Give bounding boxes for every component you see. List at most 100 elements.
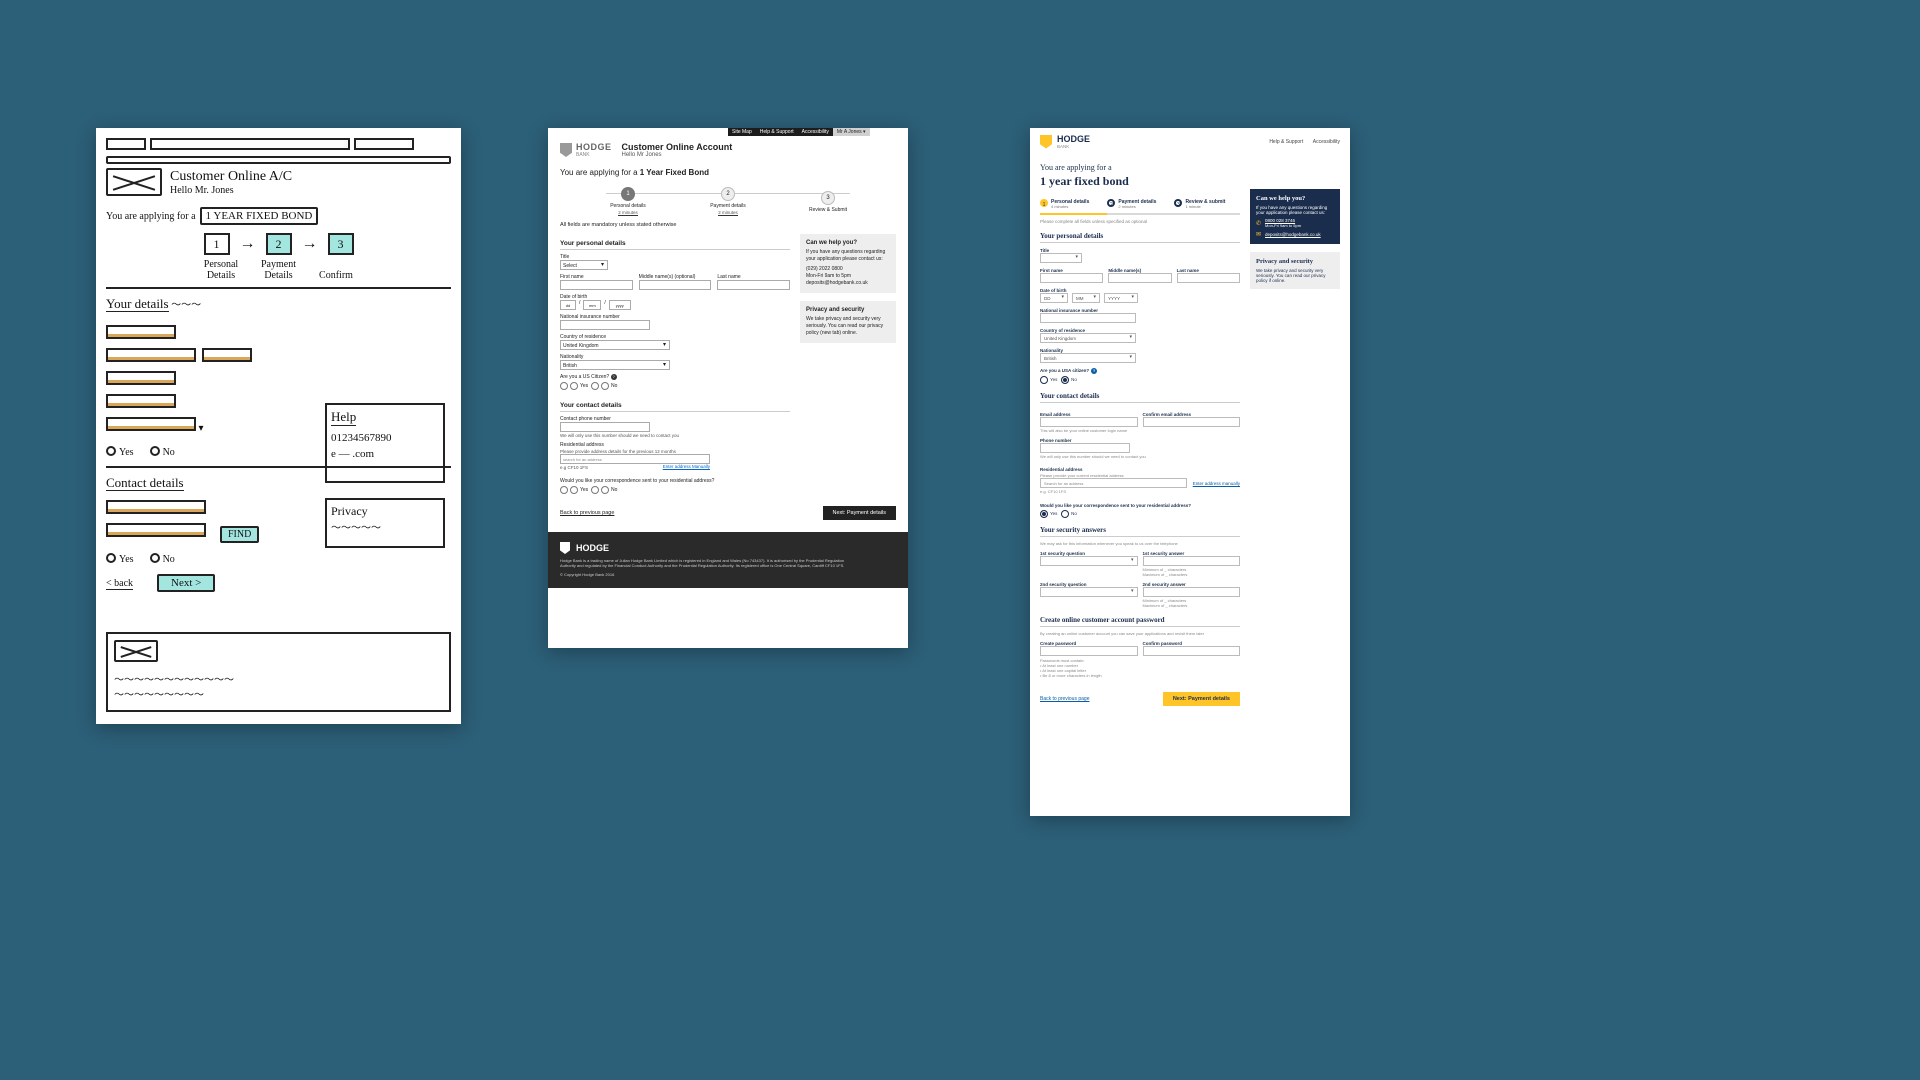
label-ni: National insurance number	[560, 314, 790, 320]
sketch-divider	[106, 156, 451, 164]
nationality-select[interactable]: British	[560, 360, 670, 370]
greeting: Hello Mr Jones	[622, 152, 733, 158]
address-input[interactable]	[106, 523, 206, 537]
confirm-email-input[interactable]	[1143, 417, 1241, 427]
q2-select[interactable]	[1040, 587, 1138, 597]
country-select[interactable]: United Kingdom	[1040, 333, 1136, 343]
section-contact-details: Contact details	[106, 475, 184, 491]
help-title: Help	[331, 409, 356, 426]
sketch-input[interactable]	[106, 325, 176, 339]
address-manual-link[interactable]: Enter address manually	[1193, 481, 1240, 486]
ni-input[interactable]	[560, 320, 650, 330]
radio-yes[interactable]	[106, 446, 116, 456]
first-name-input[interactable]	[560, 280, 633, 290]
sketch-input[interactable]	[106, 394, 176, 408]
brand-sub: BANK	[576, 152, 612, 158]
sketch-input[interactable]	[106, 371, 176, 385]
sketch-input[interactable]	[106, 500, 206, 514]
country-select[interactable]: United Kingdom	[560, 340, 670, 350]
sketch-select[interactable]	[106, 417, 196, 431]
middle-name-input[interactable]	[639, 280, 712, 290]
radio-yes[interactable]	[1040, 511, 1050, 516]
next-button[interactable]: Next: Payment details	[823, 506, 897, 520]
radio-yes[interactable]	[560, 383, 570, 389]
last-name-input[interactable]	[717, 280, 790, 290]
dob-day-select[interactable]: DD	[1040, 293, 1068, 303]
nav-user-menu[interactable]: Mr A Jones ▾	[833, 128, 870, 136]
arrow-icon: →	[240, 235, 256, 253]
radio-yes[interactable]	[560, 487, 570, 493]
nav-accessibility[interactable]: Accessibility	[798, 128, 833, 136]
section-security: Your security answers	[1040, 526, 1240, 537]
radio-no-label: No	[601, 383, 617, 389]
ni-input[interactable]	[1040, 313, 1136, 323]
password-input[interactable]	[1040, 646, 1138, 656]
dob-month-select[interactable]: MM	[1072, 293, 1100, 303]
shield-icon	[560, 143, 572, 157]
title-select[interactable]	[1040, 253, 1082, 263]
help-email: deposits@hodgebank.co.uk	[806, 280, 890, 287]
q1-select[interactable]	[1040, 556, 1138, 566]
radio-yes-label: Yes	[570, 487, 588, 493]
step-3-number: 3	[821, 191, 835, 205]
info-icon[interactable]: ?	[1091, 368, 1097, 374]
middle-name-input[interactable]	[1108, 273, 1171, 283]
last-name-input[interactable]	[1177, 273, 1240, 283]
v2-panel: HODGE BANK Help & Support Accessibility …	[1030, 128, 1350, 816]
phone-input[interactable]	[560, 422, 650, 432]
title-select[interactable]: Select	[560, 260, 608, 270]
privacy-box: Privacy and security We take privacy and…	[800, 301, 896, 343]
info-icon[interactable]: ?	[611, 374, 617, 380]
help-phone: 01234567890	[331, 432, 439, 444]
sketch-input[interactable]	[202, 348, 252, 362]
back-link[interactable]: Back to previous page	[560, 510, 614, 516]
radio-no[interactable]	[1061, 377, 1071, 382]
radio-yes[interactable]	[1040, 377, 1050, 382]
step-1-box: 1	[204, 233, 230, 255]
radio-yes[interactable]	[106, 553, 116, 563]
address-note: Please provide address details for the p…	[560, 449, 790, 454]
label-us-citizen: Are you a USA citizen??	[1040, 368, 1240, 374]
radio-no[interactable]	[150, 553, 160, 563]
email-input[interactable]	[1040, 417, 1138, 427]
dob-month-input[interactable]: mm	[583, 300, 601, 310]
v1-panel: Site Map Help & Support Accessibility Mr…	[548, 128, 908, 648]
back-link[interactable]: Back to previous page	[1040, 696, 1089, 702]
nav-sitemap[interactable]: Site Map	[728, 128, 756, 136]
footer-legal: Hodge Bank is a trading name of Julian H…	[560, 558, 850, 568]
next-button[interactable]: Next: Payment details	[1163, 692, 1240, 706]
confirm-password-input[interactable]	[1143, 646, 1241, 656]
nav-help[interactable]: Help & Support	[1269, 139, 1303, 145]
back-link[interactable]: < back	[106, 578, 133, 590]
sketch-input[interactable]	[106, 348, 196, 362]
a2-input[interactable]	[1143, 587, 1241, 597]
radio-no[interactable]	[150, 446, 160, 456]
address-search-input[interactable]: Search for an address	[1040, 478, 1187, 488]
step-1: 1Personal details4 minutes	[1040, 199, 1089, 210]
address-manual-link[interactable]: Enter address Manually	[663, 464, 710, 470]
next-button[interactable]: Next >	[157, 574, 215, 592]
phone-input[interactable]	[1040, 443, 1130, 453]
help-email[interactable]: deposits@hodgebank.co.uk	[1265, 232, 1321, 237]
help-hours: Mon-Fri 9am to 5pm	[1265, 223, 1301, 228]
first-name-input[interactable]	[1040, 273, 1103, 283]
radio-no[interactable]	[591, 383, 601, 389]
radio-yes-label: Yes	[570, 383, 588, 389]
nav-help[interactable]: Help & Support	[756, 128, 798, 136]
radio-yes-label: Yes	[1050, 511, 1057, 516]
label-address: Residential address	[560, 442, 790, 448]
nationality-select[interactable]: British	[1040, 353, 1136, 363]
radio-no[interactable]	[1061, 511, 1071, 516]
dob-day-input[interactable]: dd	[560, 300, 576, 310]
form-column: 1Personal details4 minutes 2Payment deta…	[1040, 189, 1240, 710]
applying-prefix: You are applying for a	[1040, 163, 1340, 172]
brand-name: HODGE	[1057, 134, 1090, 144]
nav-accessibility[interactable]: Accessibility	[1313, 139, 1340, 145]
find-button[interactable]: FIND	[220, 526, 259, 543]
dob-year-input[interactable]: yyyy	[609, 300, 631, 310]
a1-input[interactable]	[1143, 556, 1241, 566]
dob-year-select[interactable]: YYYY	[1104, 293, 1138, 303]
label-us-citizen: Are you a US Citizen? ?	[560, 374, 790, 380]
radio-no[interactable]	[591, 487, 601, 493]
address-search-input[interactable]: search for an address	[560, 454, 710, 464]
